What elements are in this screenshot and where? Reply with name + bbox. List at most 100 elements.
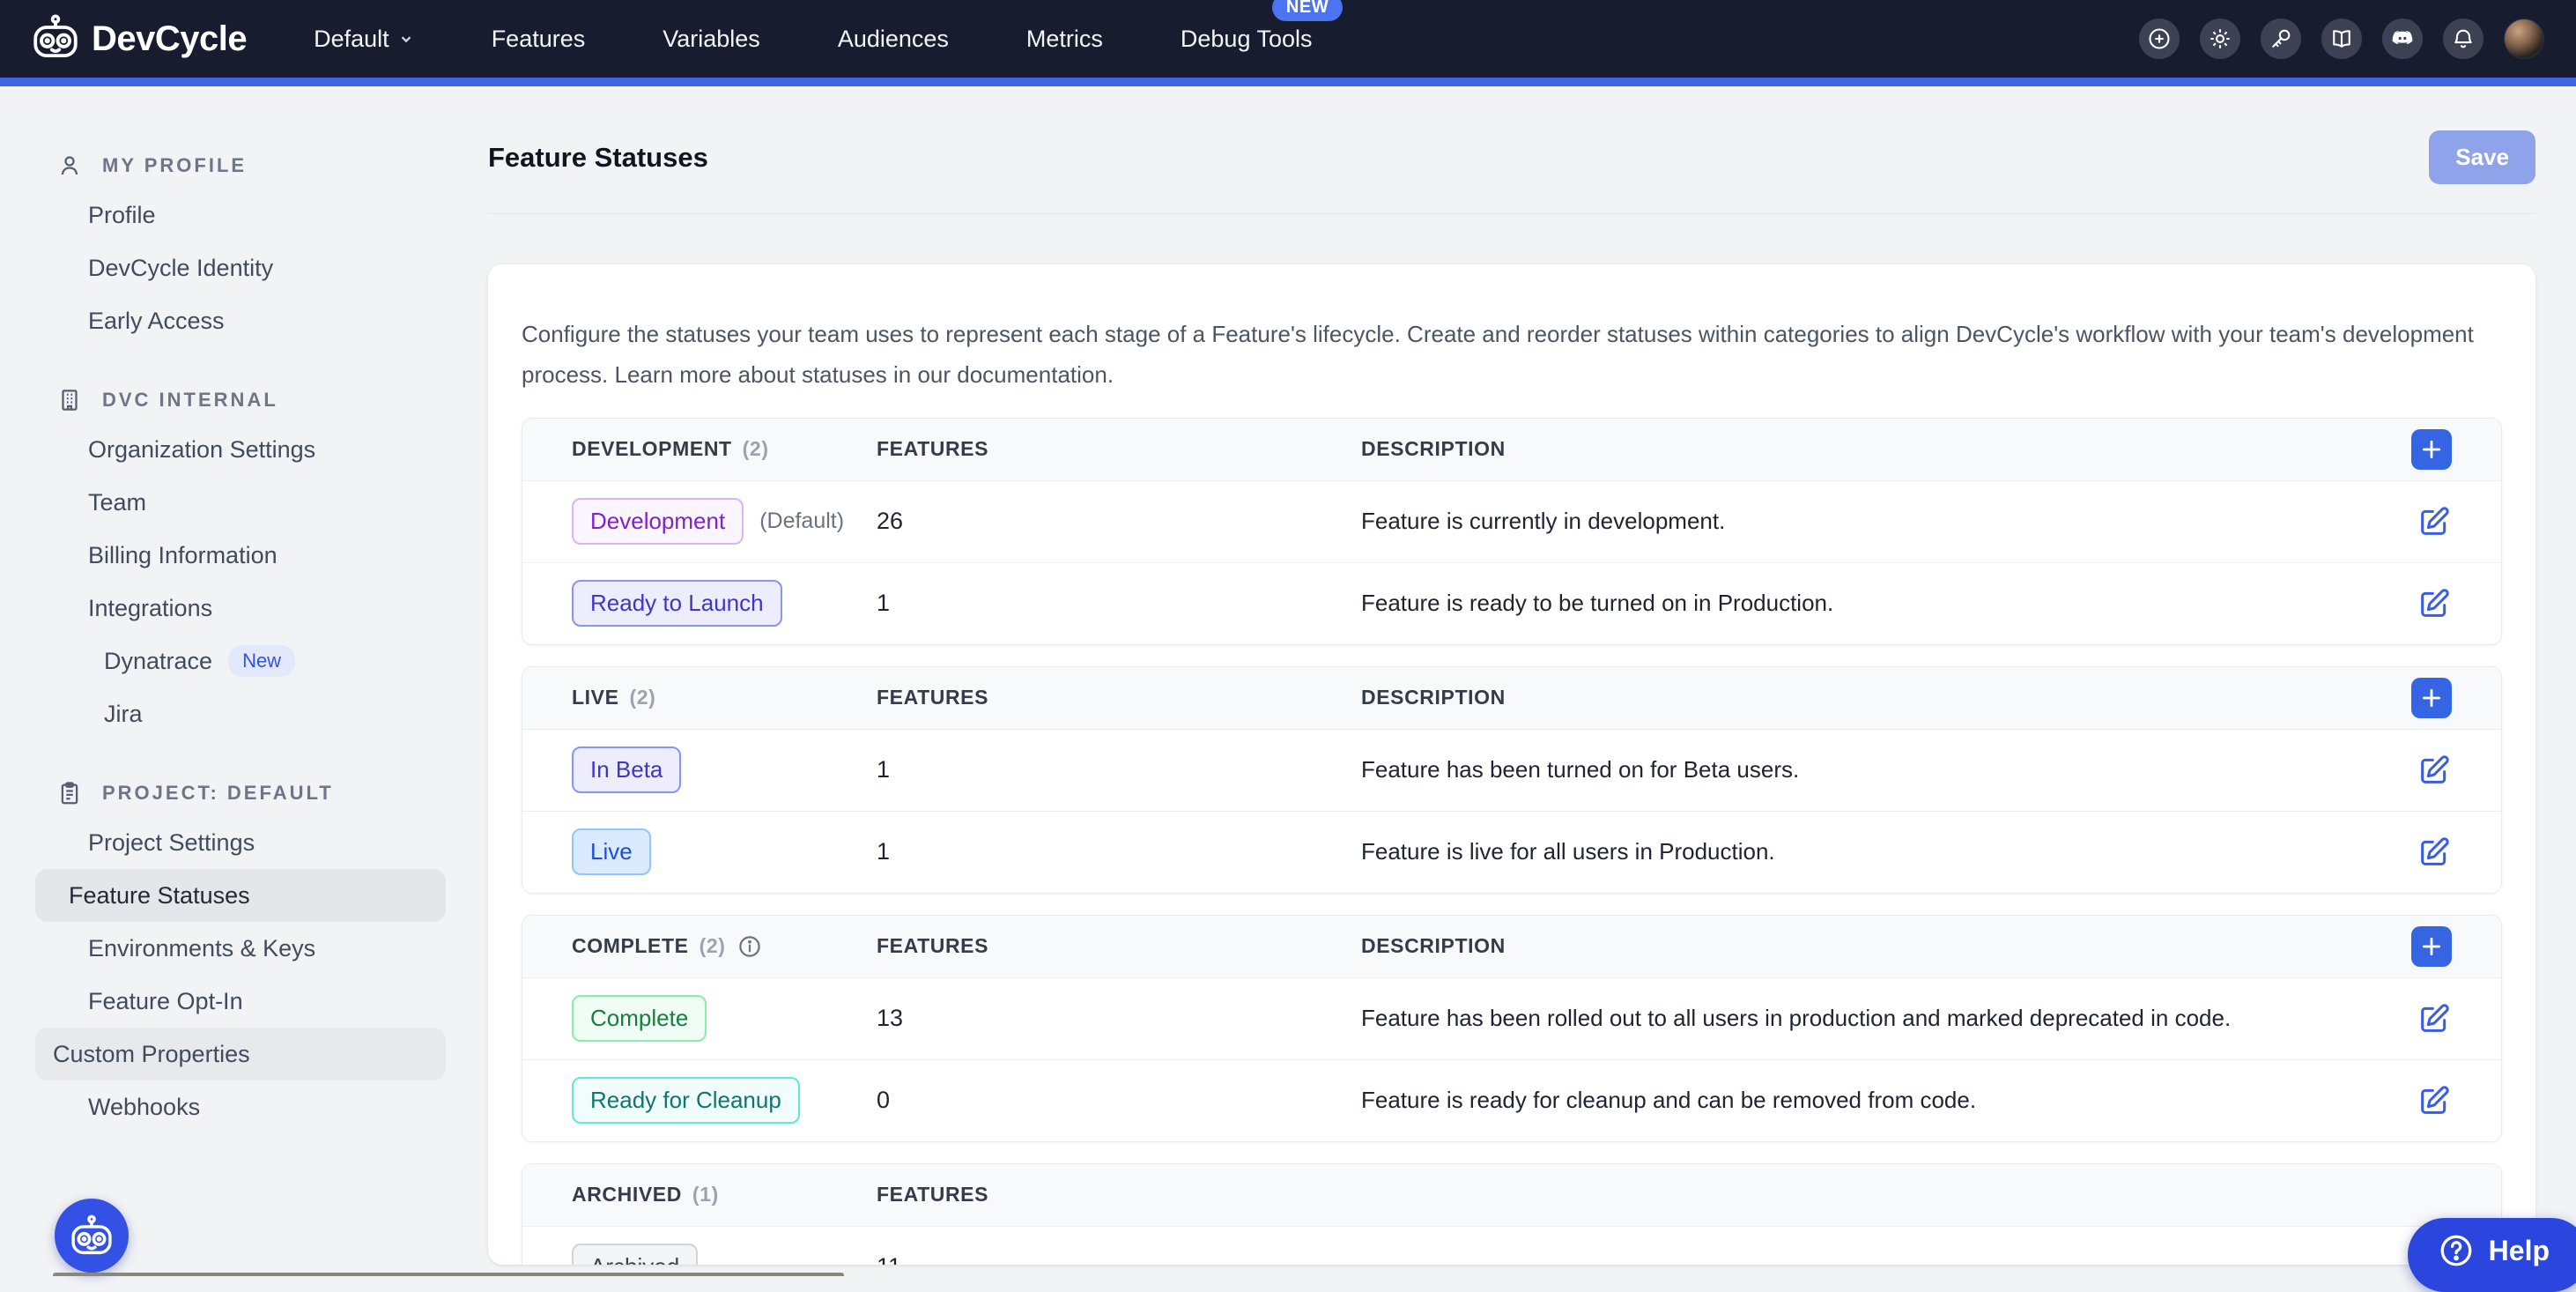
project-selector-dropdown[interactable]: Default [314,26,414,53]
edit-pencil-icon [2417,504,2452,539]
sidebar-item-profile[interactable]: Profile [35,189,446,241]
edit-status-button[interactable] [2417,835,2452,870]
gear-icon [2208,26,2232,51]
section-count: (1) [692,1183,719,1207]
add-status-button[interactable] [2411,926,2452,967]
status-badge[interactable]: In Beta [572,746,681,793]
status-row-ready-for-cleanup: Ready for Cleanup 0 Feature is ready for… [522,1059,2501,1141]
nav-item-debug-tools[interactable]: Debug Tools NEW [1181,26,1313,53]
sidebar-item-environments-keys[interactable]: Environments & Keys [35,922,446,975]
bell-icon [2451,26,2476,51]
section-count: (2) [700,934,726,958]
discord-button[interactable] [2382,19,2423,59]
description-column-header: DESCRIPTION [1361,934,2395,958]
help-button[interactable]: Help [2408,1218,2576,1292]
nav-icon-buttons [2139,19,2544,59]
status-description: Feature is currently in development. [1361,508,2395,535]
features-count: 1 [877,756,1361,783]
add-status-button[interactable] [2411,429,2452,470]
edit-pencil-icon [2417,586,2452,621]
add-status-button[interactable] [2411,678,2452,718]
sidebar-item-organization-settings[interactable]: Organization Settings [35,423,446,476]
info-icon[interactable] [737,933,763,960]
help-label: Help [2489,1235,2550,1267]
description-column-header: DESCRIPTION [1361,437,2395,461]
edit-status-button[interactable] [2417,504,2452,539]
status-table-live: LIVE (2) FEATURES DESCRIPTION In Beta [522,666,2502,894]
building-icon [56,387,83,413]
sidebar-item-devcycle-identity[interactable]: DevCycle Identity [35,241,446,294]
status-badge[interactable]: Live [572,828,651,875]
book-icon [2329,26,2354,51]
plus-icon [2420,935,2443,958]
table-header-complete: COMPLETE (2) FEATURES DESCRIPTION [522,916,2501,977]
sidebar-item-billing-information[interactable]: Billing Information [35,529,446,582]
table-header-live: LIVE (2) FEATURES DESCRIPTION [522,667,2501,729]
edit-status-button[interactable] [2417,1083,2452,1118]
features-count: 0 [877,1087,1361,1114]
sidebar-item-feature-opt-in[interactable]: Feature Opt-In [35,975,446,1028]
sidebar-item-feature-statuses[interactable]: Feature Statuses [35,869,446,922]
sidebar-item-custom-properties[interactable]: Custom Properties [35,1028,446,1080]
person-icon [56,152,83,179]
settings-button[interactable] [2200,19,2240,59]
sidebar-item-project-settings[interactable]: Project Settings [35,816,446,869]
edit-status-button[interactable] [2417,586,2452,621]
status-badge[interactable]: Archived [572,1244,698,1265]
create-button[interactable] [2139,19,2180,59]
sidebar-item-team[interactable]: Team [35,476,446,529]
plus-icon [2420,687,2443,709]
page-title: Feature Statuses [488,142,708,174]
sidebar-item-integrations[interactable]: Integrations [35,582,446,635]
section-name: ARCHIVED [572,1183,682,1207]
status-badge[interactable]: Ready for Cleanup [572,1077,800,1124]
default-tag: (Default) [759,509,844,534]
features-column-header: FEATURES [877,1183,1361,1207]
section-count: (2) [630,686,656,709]
features-column-header: FEATURES [877,934,1361,958]
edit-status-button[interactable] [2417,753,2452,788]
description-column-header: DESCRIPTION [1361,686,2395,709]
status-row-archived: Archived 11 [522,1226,2501,1265]
save-button[interactable]: Save [2429,130,2535,184]
status-description: Feature is live for all users in Product… [1361,838,2395,865]
main-content: Feature Statuses Save Configure the stat… [476,86,2576,1276]
edit-pencil-icon [2417,1001,2452,1036]
top-navigation: DevCycle Default Features Variables Audi… [0,0,2576,78]
nav-item-audiences[interactable]: Audiences [838,26,949,53]
status-row-development: Development (Default) 26 Feature is curr… [522,480,2501,562]
status-badge[interactable]: Development [572,498,744,545]
sidebar-section-dvc-internal: DVC INTERNAL [0,377,476,423]
user-avatar[interactable] [2504,19,2544,59]
nav-item-metrics[interactable]: Metrics [1026,26,1103,53]
table-header-archived: ARCHIVED (1) FEATURES [522,1164,2501,1226]
brand-name: DevCycle [92,19,247,59]
sidebar-item-dynatrace[interactable]: Dynatrace New [35,635,446,687]
api-keys-button[interactable] [2261,19,2301,59]
status-table-development: DEVELOPMENT (2) FEATURES DESCRIPTION Dev… [522,418,2502,645]
section-name: COMPLETE [572,934,689,958]
sidebar-section-project-default: PROJECT: DEFAULT [0,770,476,816]
partial-element-bottom-edge [53,1273,844,1276]
header-divider [488,213,2535,214]
edit-status-button[interactable] [2417,1001,2452,1036]
sidebar-item-webhooks[interactable]: Webhooks [35,1080,446,1133]
devcycle-robot-logo-icon [32,12,79,66]
status-description: Feature has been rolled out to all users… [1361,1005,2395,1032]
nav-item-variables[interactable]: Variables [663,26,760,53]
status-description: Feature is ready for cleanup and can be … [1361,1087,2395,1114]
notifications-button[interactable] [2443,19,2483,59]
documentation-button[interactable] [2321,19,2362,59]
feature-statuses-card: Configure the statuses your team uses to… [488,264,2535,1265]
brand[interactable]: DevCycle [32,12,247,66]
status-badge[interactable]: Ready to Launch [572,580,782,627]
status-badge[interactable]: Complete [572,995,707,1042]
devcycle-assistant-fab[interactable] [55,1199,129,1273]
status-description: Feature has been turned on for Beta user… [1361,756,2395,783]
nav-item-features[interactable]: Features [492,26,586,53]
sidebar-item-jira[interactable]: Jira [35,687,446,740]
sidebar-item-early-access[interactable]: Early Access [35,294,446,347]
section-count: (2) [743,437,769,461]
features-count: 11 [877,1253,1361,1265]
edit-pencil-icon [2417,1083,2452,1118]
